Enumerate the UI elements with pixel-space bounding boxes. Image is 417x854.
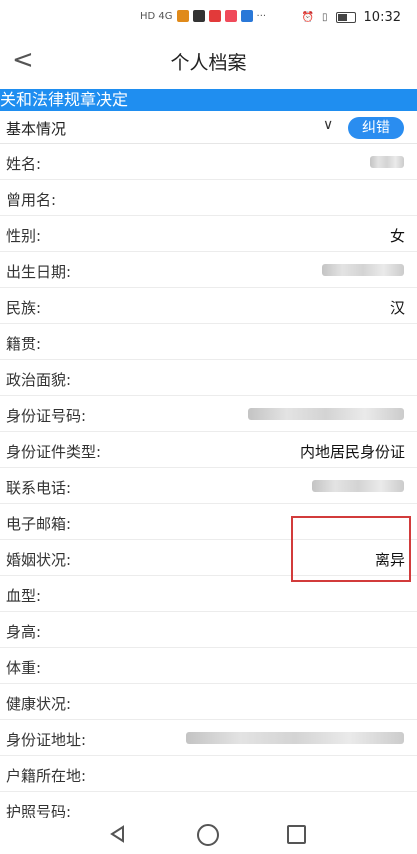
top-nav-bar: < 个人档案 bbox=[0, 36, 417, 86]
app-icon bbox=[240, 10, 253, 22]
status-icons-right: ⏰ ▯ 10:32 bbox=[302, 10, 401, 25]
field-label: 身份证件类型: bbox=[6, 443, 102, 461]
redacted-value bbox=[370, 156, 404, 168]
field-row-weight: 体重: bbox=[0, 648, 417, 684]
field-label: 身份证号码: bbox=[6, 407, 87, 425]
field-label: 体重: bbox=[6, 659, 42, 677]
field-label: 民族: bbox=[6, 299, 42, 317]
alarm-icon: ⏰ bbox=[301, 12, 315, 23]
redacted-value bbox=[186, 732, 404, 744]
field-row-id-address: 身份证地址: bbox=[0, 720, 417, 756]
field-row-political-status: 政治面貌: bbox=[0, 360, 417, 396]
field-label: 籍贯: bbox=[6, 335, 42, 353]
field-value: 内地居民身份证 bbox=[299, 443, 405, 461]
field-row-birth-date: 出生日期: bbox=[0, 252, 417, 288]
field-row-id-type: 身份证件类型: 内地居民身份证 bbox=[0, 432, 417, 468]
field-row-health: 健康状况: bbox=[0, 684, 417, 720]
app-icon bbox=[192, 10, 205, 22]
field-label: 曾用名: bbox=[6, 191, 57, 209]
redacted-value bbox=[312, 480, 404, 492]
section-title: 基本情况 bbox=[6, 120, 67, 138]
profile-field-list: 姓名: 曾用名: 性别: 女 出生日期: 民族: 汉 籍贯: 政治面貌: 身份证… bbox=[0, 144, 417, 828]
redacted-value bbox=[248, 408, 404, 420]
field-value: 女 bbox=[389, 227, 405, 245]
network-type-label: HD 4G bbox=[140, 10, 173, 22]
status-icons-left: HD 4G ··· bbox=[140, 10, 266, 22]
vibrate-icon: ▯ bbox=[322, 12, 328, 23]
page-title: 个人档案 bbox=[170, 52, 247, 74]
field-row-ethnicity: 民族: 汉 bbox=[0, 288, 417, 324]
system-navigation-bar bbox=[0, 818, 417, 854]
field-row-native-place: 籍贯: bbox=[0, 324, 417, 360]
correct-error-button[interactable]: 纠错 bbox=[348, 117, 404, 139]
marital-status-highlight-box bbox=[291, 516, 411, 582]
field-label: 健康状况: bbox=[6, 695, 72, 713]
nav-back-icon[interactable] bbox=[108, 824, 128, 844]
clock: 10:32 bbox=[363, 10, 401, 25]
chevron-down-icon[interactable]: ∨ bbox=[323, 117, 333, 133]
field-label: 姓名: bbox=[6, 155, 42, 173]
field-row-household-registration: 户籍所在地: bbox=[0, 756, 417, 792]
app-icon bbox=[176, 10, 189, 22]
field-row-id-number: 身份证号码: bbox=[0, 396, 417, 432]
field-label: 电子邮箱: bbox=[6, 515, 72, 533]
field-label: 户籍所在地: bbox=[6, 767, 87, 785]
more-notifications-icon: ··· bbox=[256, 10, 267, 22]
redacted-value bbox=[322, 264, 404, 276]
field-value: 汉 bbox=[389, 299, 405, 317]
nav-recent-apps-icon[interactable] bbox=[287, 825, 306, 844]
field-label: 性别: bbox=[6, 227, 42, 245]
field-label: 身高: bbox=[6, 623, 42, 641]
field-row-phone: 联系电话: bbox=[0, 468, 417, 504]
status-bar: HD 4G ··· ⏰ ▯ 10:32 bbox=[0, 0, 417, 36]
section-header-basic-info: 基本情况 ∨ 纠错 bbox=[0, 113, 417, 144]
field-label: 联系电话: bbox=[6, 479, 72, 497]
field-label: 血型: bbox=[6, 587, 42, 605]
field-label: 婚姻状况: bbox=[6, 551, 72, 569]
field-label: 身份证地址: bbox=[6, 731, 87, 749]
field-label: 出生日期: bbox=[6, 263, 72, 281]
field-row-gender: 性别: 女 bbox=[0, 216, 417, 252]
battery-icon bbox=[335, 12, 356, 23]
banner-text: 关和法律规章决定 bbox=[0, 90, 129, 109]
field-row-name: 姓名: bbox=[0, 144, 417, 180]
field-row-height: 身高: bbox=[0, 612, 417, 648]
nav-home-icon[interactable] bbox=[197, 824, 219, 846]
field-label: 政治面貌: bbox=[6, 371, 72, 389]
app-icon bbox=[208, 10, 221, 22]
field-row-former-name: 曾用名: bbox=[0, 180, 417, 216]
app-icon bbox=[224, 10, 237, 22]
notice-banner[interactable]: 关和法律规章决定 bbox=[0, 89, 417, 111]
